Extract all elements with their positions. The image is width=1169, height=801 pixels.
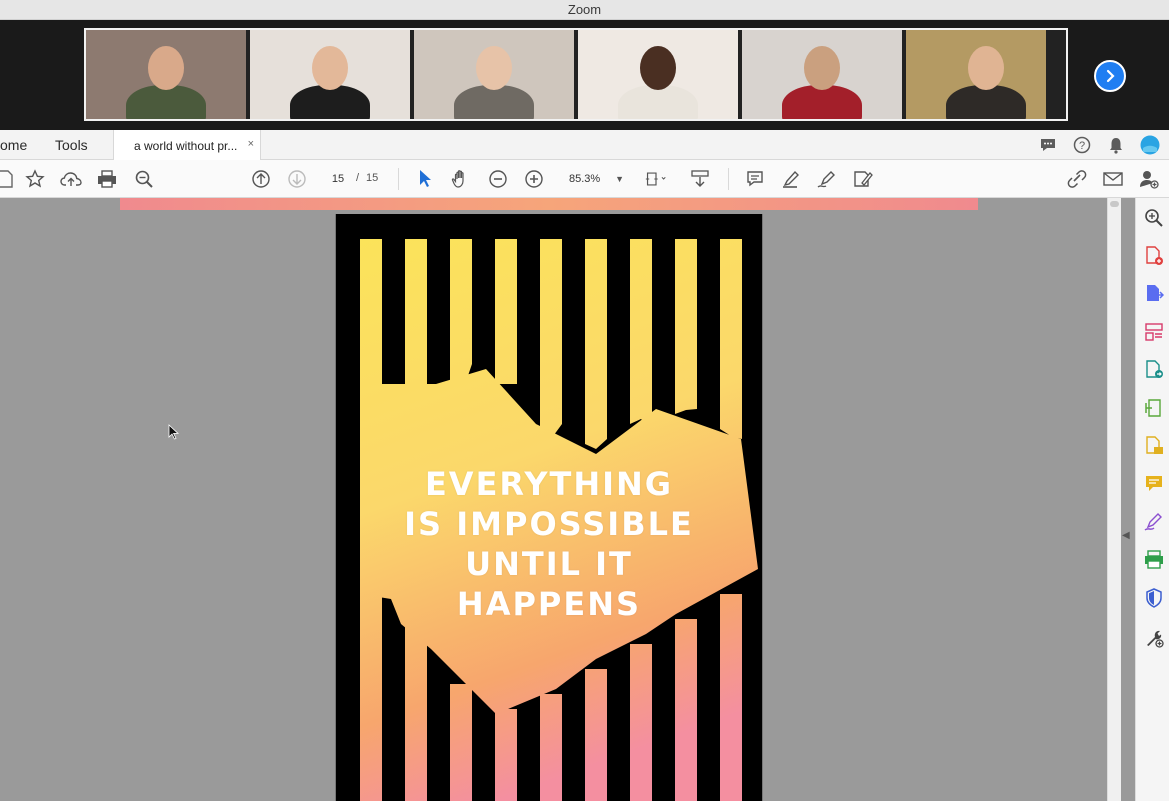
page-total: 15	[366, 172, 379, 184]
acrobat-toolbar: 15 / 15 85.3% ▼	[0, 160, 1169, 198]
participant-avatar	[640, 46, 676, 90]
poster-headline: EVERYTHING IS IMPOSSIBLE UNTIL IT HAPPEN…	[336, 464, 762, 624]
participant-silhouette	[782, 85, 862, 119]
collapse-pane-icon[interactable]: ◀	[1122, 530, 1130, 541]
poster-line-1: EVERYTHING	[424, 465, 674, 503]
export-pdf-icon[interactable]	[1144, 284, 1164, 304]
pdf-page: EVERYTHING IS IMPOSSIBLE UNTIL IT HAPPEN…	[335, 214, 763, 801]
email-icon[interactable]	[1102, 168, 1124, 190]
home-tab[interactable]: ome	[0, 137, 27, 153]
poster-line-2: IS IMPOSSIBLE	[404, 505, 694, 543]
poster-line-3: UNTIL IT	[465, 545, 633, 583]
zoom-tool-icon[interactable]	[1144, 208, 1164, 228]
page-up-icon[interactable]	[250, 168, 272, 190]
edit-pdf-icon[interactable]	[1144, 398, 1164, 418]
draw-pen-icon[interactable]	[816, 168, 838, 190]
fill-sign-icon[interactable]	[852, 168, 874, 190]
add-user-icon[interactable]	[1138, 168, 1160, 190]
participant-video-tile[interactable]	[250, 30, 410, 119]
document-tab[interactable]: a world without pr... ×	[113, 130, 261, 160]
scroll-mode-icon[interactable]	[689, 168, 711, 190]
help-icon[interactable]: ?	[1072, 135, 1092, 155]
page-number-input[interactable]: 15	[320, 169, 356, 189]
page-separator: /	[356, 172, 360, 184]
participant-video-tile[interactable]	[414, 30, 574, 119]
share-link-icon[interactable]	[1066, 168, 1088, 190]
page-down-icon[interactable]	[286, 168, 308, 190]
next-page-button[interactable]	[1094, 60, 1126, 92]
hand-tool-icon[interactable]	[450, 168, 472, 190]
add-comment-icon[interactable]	[744, 168, 766, 190]
protect-shield-icon[interactable]	[1144, 588, 1164, 608]
comment-tool-icon[interactable]	[1144, 474, 1164, 494]
fill-and-sign-icon[interactable]	[1144, 512, 1164, 532]
participant-avatar	[312, 46, 348, 90]
star-icon[interactable]	[24, 168, 46, 190]
zoom-level-value: 85.3%	[569, 173, 601, 185]
participant-video-tile[interactable]	[742, 30, 902, 119]
participant-video-tile[interactable]	[906, 30, 1046, 119]
chevron-right-icon	[1106, 69, 1115, 83]
participant-silhouette	[946, 85, 1026, 119]
bell-icon[interactable]	[1106, 135, 1126, 155]
cloud-upload-icon[interactable]	[60, 168, 82, 190]
gallery-frame	[84, 28, 1068, 121]
create-pdf-icon[interactable]	[1144, 246, 1164, 266]
document-tab-label: a world without pr...	[134, 139, 238, 153]
poster-line-4: HAPPENS	[456, 585, 642, 623]
participant-video-tile[interactable]	[578, 30, 738, 119]
select-cursor-icon[interactable]	[414, 168, 436, 190]
participant-silhouette	[454, 85, 534, 119]
zoom-level-dropdown[interactable]: 85.3% ▼	[560, 169, 632, 189]
right-tools-pane	[1135, 198, 1169, 801]
mouse-pointer-icon	[168, 424, 180, 440]
previous-page-edge	[120, 198, 978, 210]
acrobat-tab-bar: ome Tools a world without pr... × ?	[0, 130, 1169, 160]
participant-avatar	[476, 46, 512, 90]
highlight-pen-icon[interactable]	[780, 168, 802, 190]
fit-page-icon[interactable]	[645, 168, 667, 190]
participant-silhouette	[618, 85, 698, 119]
account-avatar-icon[interactable]	[1140, 135, 1160, 155]
document-viewer[interactable]: EVERYTHING IS IMPOSSIBLE UNTIL IT HAPPEN…	[0, 198, 1107, 801]
vertical-scrollbar[interactable]	[1107, 198, 1121, 801]
comment-icon[interactable]	[1038, 135, 1058, 155]
participant-avatar	[968, 46, 1004, 90]
participant-video-tile[interactable]	[86, 30, 246, 119]
zoom-search-icon[interactable]	[133, 168, 155, 190]
zoom-out-icon[interactable]	[487, 168, 509, 190]
scrollbar-thumb[interactable]	[1110, 201, 1119, 207]
document-icon[interactable]	[0, 168, 16, 190]
print-icon[interactable]	[96, 168, 118, 190]
participant-silhouette	[126, 85, 206, 119]
zoom-title-bar: Zoom	[0, 0, 1169, 20]
organize-pages-icon[interactable]	[1144, 322, 1164, 342]
zoom-in-icon[interactable]	[523, 168, 545, 190]
more-tools-wrench-icon[interactable]	[1144, 628, 1164, 648]
participant-avatar	[148, 46, 184, 90]
zoom-gallery-strip	[0, 20, 1169, 130]
close-tab-button[interactable]: ×	[248, 138, 254, 150]
tools-tab[interactable]: Tools	[55, 137, 88, 153]
scan-ocr-icon[interactable]	[1144, 550, 1164, 570]
toolbar-divider	[398, 168, 399, 190]
combine-files-icon[interactable]	[1144, 360, 1164, 380]
participant-silhouette	[290, 85, 370, 119]
request-signature-icon[interactable]	[1144, 436, 1164, 456]
svg-text:?: ?	[1079, 140, 1085, 152]
chevron-down-icon: ▼	[615, 174, 624, 184]
participant-avatar	[804, 46, 840, 90]
window-title: Zoom	[567, 2, 602, 17]
toolbar-divider	[728, 168, 729, 190]
